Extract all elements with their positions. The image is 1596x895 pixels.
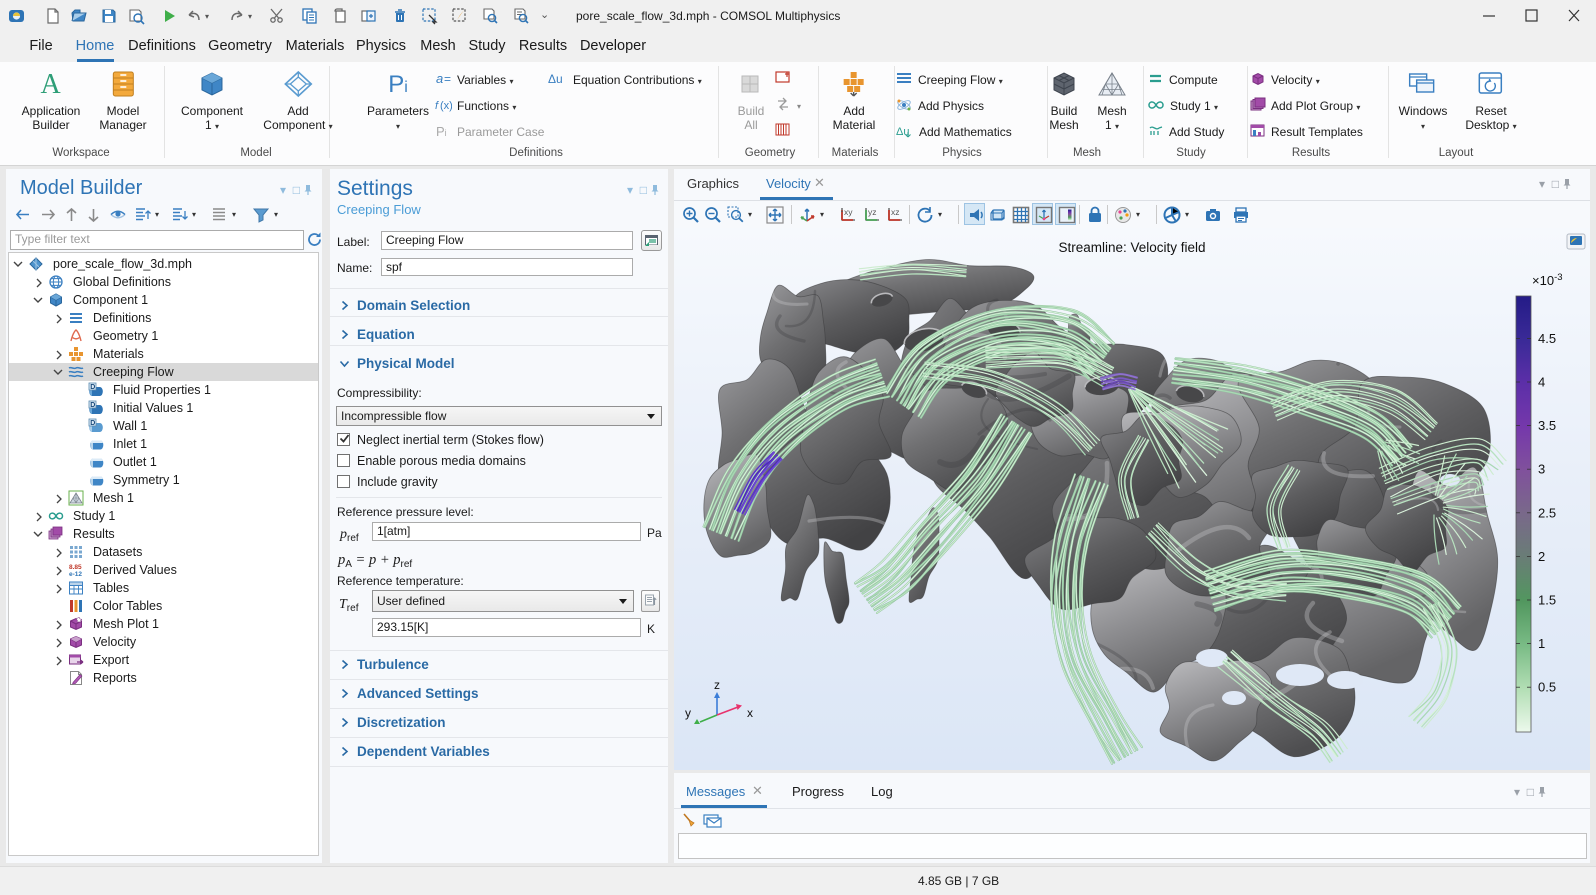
svg-text:1: 1 [1538,636,1545,651]
svg-text:3.5: 3.5 [1538,418,1556,433]
svg-text:Pi: Pi [388,71,408,98]
svg-text:Pi: Pi [436,124,447,139]
svg-text:2: 2 [1538,549,1545,564]
svg-text:D: D [90,384,95,391]
svg-text:xy: xy [844,207,853,217]
svg-text:z: z [714,678,720,692]
svg-text:3: 3 [1538,462,1545,477]
svg-text:a: a [436,71,443,86]
svg-text:xz: xz [891,207,900,217]
svg-text:e-12: e-12 [69,571,82,578]
svg-text:=: = [444,72,451,86]
svg-text:D: D [90,420,95,427]
svg-text:y: y [685,706,691,720]
svg-text:Δu: Δu [548,72,563,86]
svg-text:D: D [90,402,95,409]
svg-text:2.5: 2.5 [1538,505,1556,520]
svg-text:4: 4 [1538,375,1545,390]
svg-text:0.5: 0.5 [1538,680,1556,695]
svg-text:8.85: 8.85 [69,564,82,571]
svg-text:1.5: 1.5 [1538,593,1556,608]
svg-text:yz: yz [868,207,877,217]
svg-text:f: f [435,100,439,112]
svg-text:(x): (x) [440,100,452,112]
svg-text:A: A [41,70,62,98]
svg-text:4.5: 4.5 [1538,331,1556,346]
svg-text:x: x [747,706,753,720]
svg-text:Streamline: Velocity field: Streamline: Velocity field [1058,240,1205,255]
